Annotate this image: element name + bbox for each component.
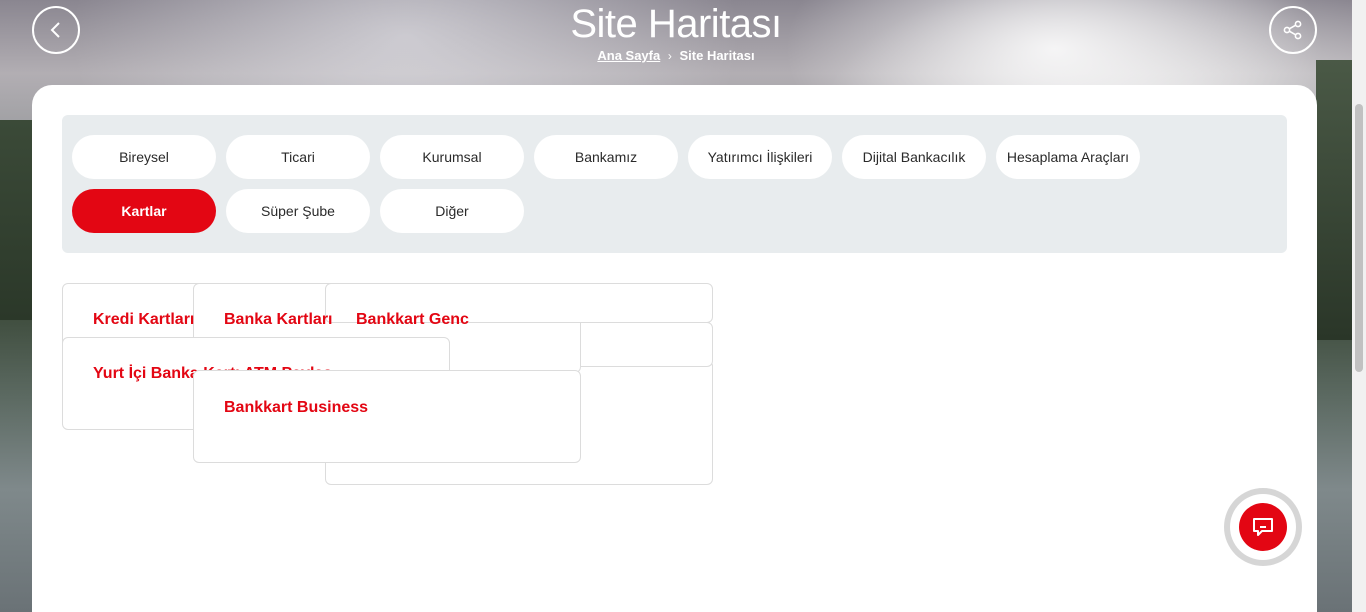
- link-banka-kartlari[interactable]: Banka Kartları: [224, 311, 333, 329]
- chat-widget-ring: [1230, 494, 1296, 560]
- hero-background-trees-right: [1316, 60, 1352, 340]
- link-kredi-kartlari[interactable]: Kredi Kartları: [93, 311, 194, 329]
- category-tabs: Bireysel Ticari Kurumsal Bankamız Yatırı…: [62, 115, 1287, 253]
- breadcrumb-home-link[interactable]: Ana Sayfa: [597, 48, 660, 63]
- link-bankkart-genc[interactable]: Bankkart Genç: [356, 311, 469, 324]
- chat-icon: [1253, 518, 1273, 536]
- tab-hesaplama-araclari[interactable]: Hesaplama Araçları: [996, 135, 1140, 179]
- link-bankkart-business[interactable]: Bankkart Business: [224, 399, 368, 417]
- tab-yatirimci-iliskileri[interactable]: Yatırımcı İlişkileri: [688, 135, 832, 179]
- chevron-left-icon: [50, 22, 60, 38]
- breadcrumb: Ana Sayfa › Site Haritası: [0, 48, 1352, 63]
- tab-super-sube[interactable]: Süper Şube: [226, 189, 370, 233]
- content-card: Bireysel Ticari Kurumsal Bankamız Yatırı…: [32, 85, 1317, 612]
- tab-diger[interactable]: Diğer: [380, 189, 524, 233]
- chat-widget: [1224, 488, 1302, 566]
- tab-kurumsal[interactable]: Kurumsal: [380, 135, 524, 179]
- chevron-right-icon: ›: [667, 49, 672, 63]
- tab-bireysel[interactable]: Bireysel: [72, 135, 216, 179]
- tab-bankamiz[interactable]: Bankamız: [534, 135, 678, 179]
- scrollbar-thumb[interactable]: [1355, 104, 1363, 372]
- page-scrollbar[interactable]: [1352, 0, 1366, 612]
- back-button[interactable]: [32, 6, 80, 54]
- share-icon: [1283, 20, 1302, 40]
- tab-kartlar[interactable]: Kartlar: [72, 189, 216, 233]
- tab-dijital-bankacilik[interactable]: Dijital Bankacılık: [842, 135, 986, 179]
- chat-button[interactable]: [1239, 503, 1287, 551]
- breadcrumb-current: Site Haritası: [679, 48, 755, 63]
- link-clip: Bankkart Genç: [350, 311, 710, 324]
- share-button[interactable]: [1269, 6, 1317, 54]
- tab-ticari[interactable]: Ticari: [226, 135, 370, 179]
- page-title: Site Haritası: [570, 2, 782, 46]
